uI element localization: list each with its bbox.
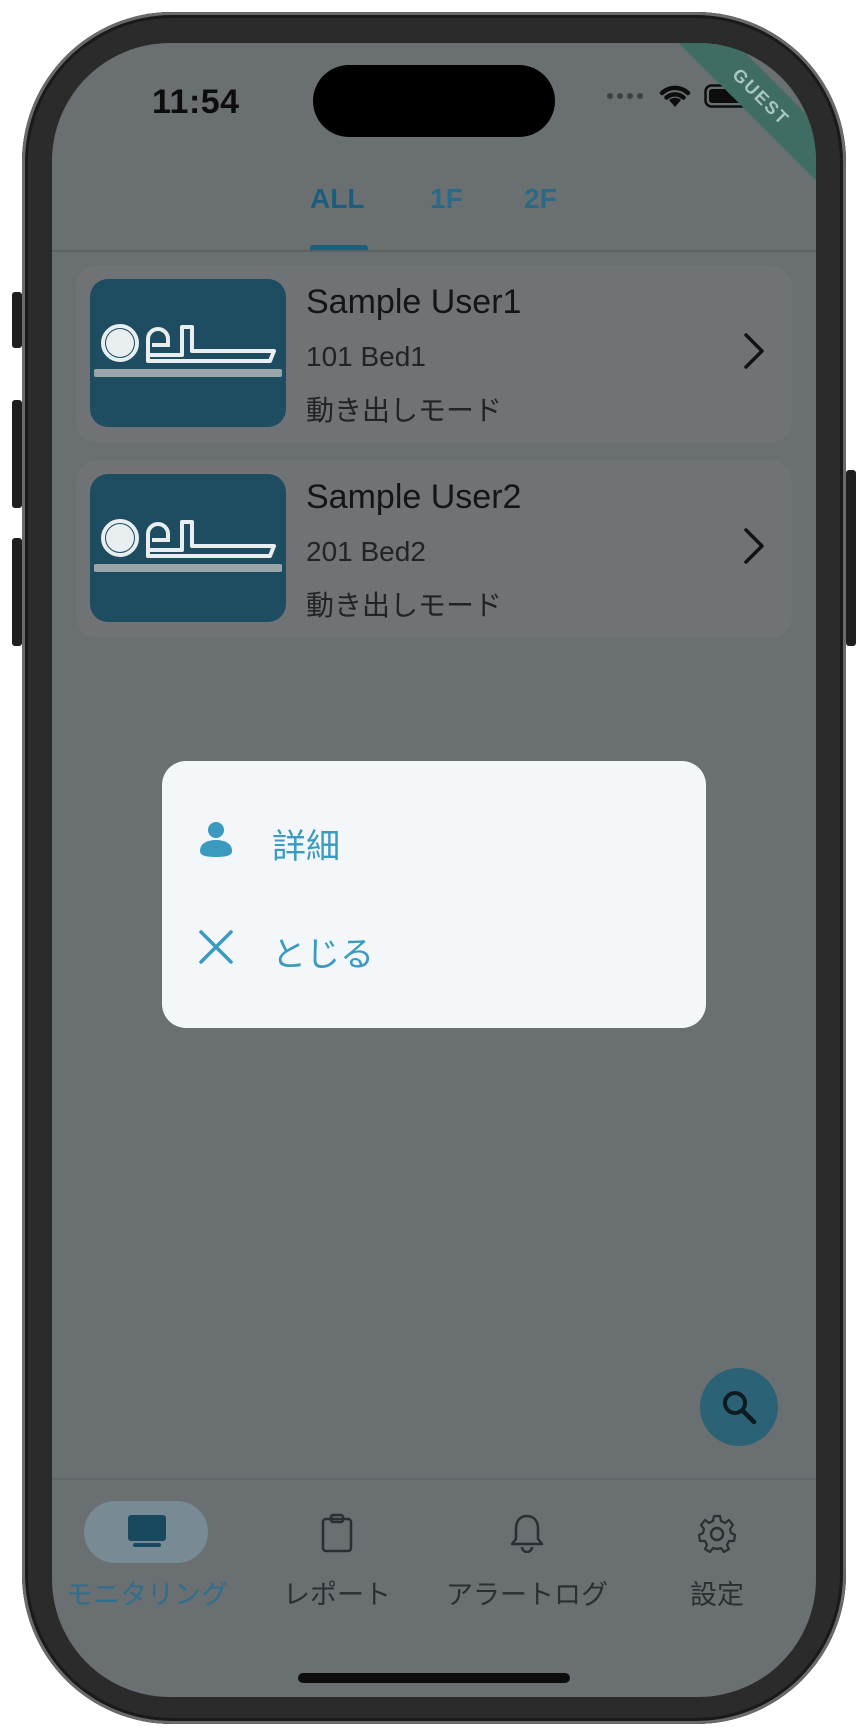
nav-label: 設定 (690, 1580, 744, 1610)
user-card[interactable]: Sample User2 201 Bed2 動き出しモード (76, 460, 792, 638)
nav-item-report[interactable]: レポート (242, 1501, 432, 1611)
tab-2f[interactable]: 2F (524, 183, 557, 215)
user-bed: 101 Bed1 (306, 341, 426, 372)
power-button (846, 470, 856, 646)
volume-up-button (12, 400, 22, 508)
volume-down-button (12, 538, 22, 646)
signal-dots-icon (607, 93, 643, 99)
lying-person-icon (90, 474, 286, 622)
chevron-right-icon (744, 333, 764, 369)
user-mode: 動き出しモード (306, 590, 503, 621)
mute-switch (12, 292, 22, 348)
tab-all[interactable]: ALL (310, 183, 364, 215)
close-menu-item[interactable]: とじる (162, 903, 706, 993)
nav-item-alert-log[interactable]: アラートログ (432, 1501, 622, 1611)
tab-divider (52, 250, 816, 252)
user-name: Sample User1 (306, 283, 522, 321)
lying-person-icon (90, 279, 286, 427)
clipboard-icon (321, 1513, 353, 1553)
bottom-nav-divider (52, 1478, 816, 1480)
user-mode: 動き出しモード (306, 395, 503, 426)
nav-label: レポート (283, 1580, 391, 1610)
close-label: とじる (272, 936, 374, 974)
detail-menu-item[interactable]: 詳細 (162, 795, 706, 885)
status-time: 11:54 (152, 83, 240, 121)
search-button[interactable] (700, 1368, 778, 1446)
chevron-right-icon (744, 528, 764, 564)
wifi-icon (659, 85, 691, 107)
user-bed: 201 Bed2 (306, 536, 426, 567)
gear-icon (697, 1514, 737, 1553)
floor-tabs: ALL 1F 2F (52, 183, 816, 253)
dynamic-island (313, 65, 555, 137)
action-dialog: 詳細 とじる (162, 761, 706, 1028)
detail-label: 詳細 (272, 828, 340, 866)
bell-icon (510, 1514, 544, 1553)
search-icon (723, 1391, 757, 1425)
nav-item-settings[interactable]: 設定 (622, 1501, 812, 1611)
nav-item-monitoring[interactable]: モニタリング (52, 1501, 242, 1611)
tab-1f[interactable]: 1F (430, 183, 463, 215)
close-icon (199, 930, 233, 964)
monitor-icon (128, 1515, 166, 1547)
person-icon (200, 822, 232, 857)
app-screen: 11:54 GUEST ALL 1F 2F Sample User1 101 B… (52, 43, 816, 1697)
user-card[interactable]: Sample User1 101 Bed1 動き出しモード (76, 265, 792, 443)
home-indicator[interactable] (298, 1673, 570, 1683)
nav-label: アラートログ (446, 1580, 608, 1610)
nav-label: モニタリング (66, 1580, 228, 1610)
user-name: Sample User2 (306, 478, 522, 516)
